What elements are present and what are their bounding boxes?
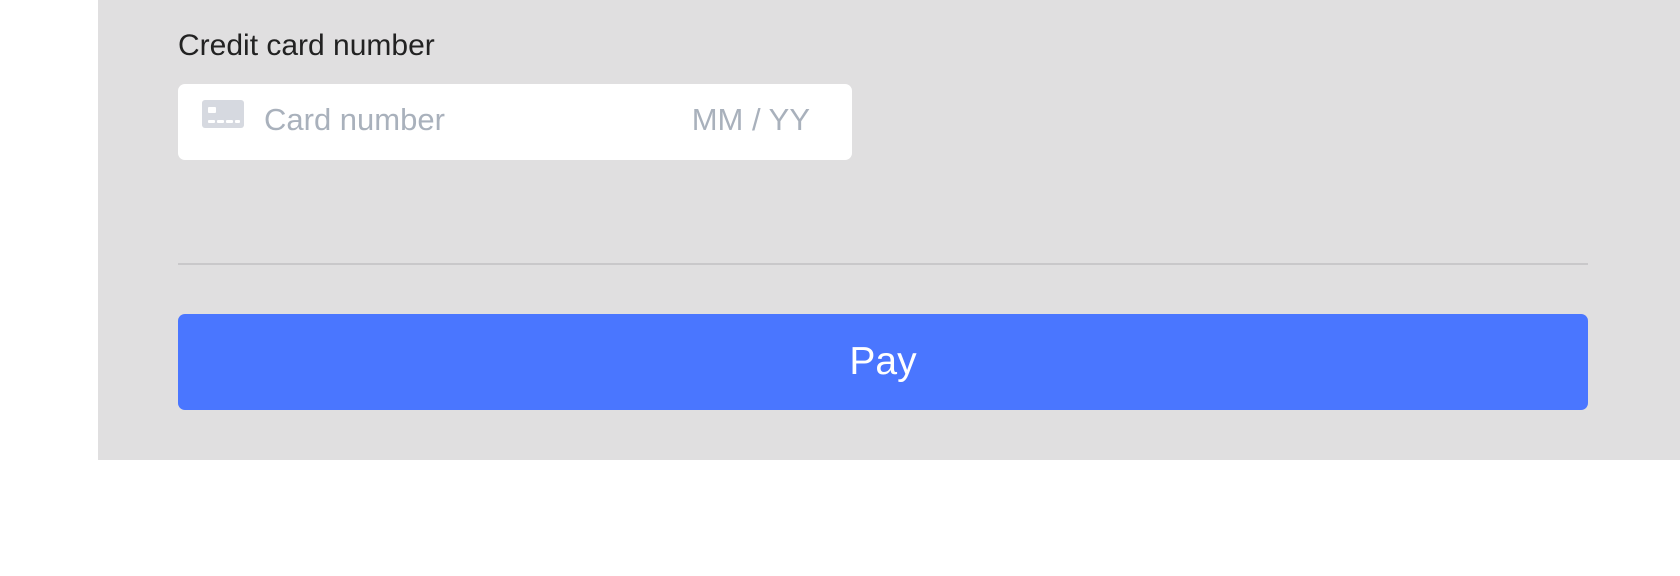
- card-input-field[interactable]: [178, 84, 852, 160]
- card-number-label: Credit card number: [178, 29, 435, 62]
- card-number-input[interactable]: [264, 98, 664, 142]
- card-expiry-input[interactable]: [678, 98, 810, 142]
- payment-form-panel: Credit card number Pay: [98, 0, 1680, 460]
- pay-button[interactable]: Pay: [178, 314, 1588, 410]
- credit-card-icon: [202, 100, 244, 128]
- divider: [178, 263, 1588, 265]
